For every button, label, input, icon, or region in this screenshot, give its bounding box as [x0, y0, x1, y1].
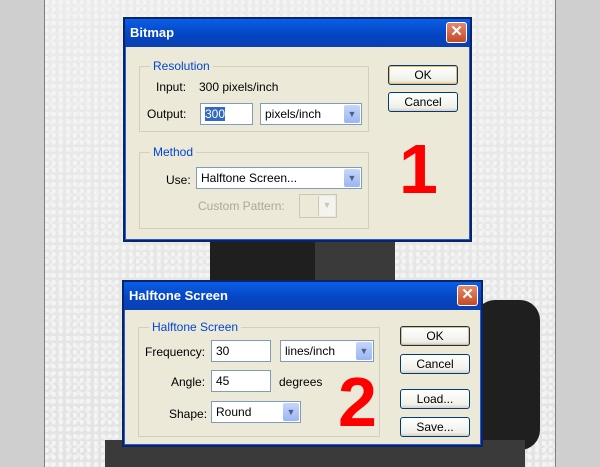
- cancel-button[interactable]: Cancel: [388, 92, 458, 112]
- custom-pattern-label: Custom Pattern:: [198, 199, 285, 213]
- load-button[interactable]: Load...: [400, 389, 470, 409]
- output-resolution-label: Output:: [147, 107, 187, 121]
- method-use-label: Use:: [166, 173, 191, 187]
- group-title: Halftone Screen: [149, 320, 242, 334]
- angle-field[interactable]: 45: [211, 370, 271, 392]
- group-title: Resolution: [150, 59, 213, 73]
- output-unit-select[interactable]: pixels/inch ▼: [260, 103, 362, 125]
- save-button[interactable]: Save...: [400, 417, 470, 437]
- step-number: 2: [338, 363, 377, 441]
- close-icon[interactable]: ✕: [457, 285, 478, 306]
- custom-pattern-picker[interactable]: ▼: [299, 194, 337, 218]
- output-unit-value: pixels/inch: [265, 107, 322, 121]
- dialog-title: Halftone Screen: [129, 288, 228, 303]
- ok-button[interactable]: OK: [400, 326, 470, 346]
- input-resolution-value: 300 pixels/inch: [199, 80, 279, 94]
- frequency-unit-value: lines/inch: [285, 344, 336, 358]
- frequency-value: 30: [216, 344, 230, 358]
- chevron-down-icon[interactable]: ▼: [344, 105, 360, 123]
- halftone-dialog-titlebar[interactable]: Halftone Screen ✕: [124, 282, 481, 310]
- angle-unit-label: degrees: [279, 375, 323, 389]
- chevron-down-icon[interactable]: ▼: [283, 403, 299, 421]
- frequency-field[interactable]: 30: [211, 340, 271, 362]
- method-use-select[interactable]: Halftone Screen... ▼: [196, 167, 362, 189]
- group-title: Method: [150, 145, 197, 159]
- angle-value: 45: [216, 374, 230, 388]
- output-resolution-field[interactable]: 300: [200, 103, 253, 125]
- bitmap-dialog: Bitmap ✕ Resolution Input: 300 pixels/in…: [123, 17, 472, 242]
- frequency-unit-select[interactable]: lines/inch ▼: [280, 340, 374, 362]
- shape-label: Shape:: [169, 407, 208, 421]
- method-use-value: Halftone Screen...: [201, 171, 298, 185]
- shape-select[interactable]: Round ▼: [211, 401, 301, 423]
- close-icon[interactable]: ✕: [446, 22, 467, 43]
- chevron-down-icon: ▼: [318, 196, 335, 216]
- angle-label: Angle:: [171, 375, 206, 389]
- input-resolution-label: Input:: [156, 80, 187, 94]
- bitmap-dialog-titlebar[interactable]: Bitmap ✕: [125, 19, 470, 47]
- frequency-label: Frequency:: [145, 345, 206, 359]
- halftone-screen-dialog: Halftone Screen ✕ Halftone Screen Freque…: [122, 280, 483, 447]
- ok-button[interactable]: OK: [388, 65, 458, 85]
- chevron-down-icon[interactable]: ▼: [344, 169, 360, 187]
- cancel-button[interactable]: Cancel: [400, 354, 470, 374]
- chevron-down-icon[interactable]: ▼: [356, 342, 372, 360]
- dialog-title: Bitmap: [130, 25, 175, 40]
- shape-value: Round: [216, 405, 252, 419]
- output-resolution-value: 300: [205, 107, 226, 121]
- photo-shape: [475, 300, 540, 450]
- step-number: 1: [399, 130, 438, 208]
